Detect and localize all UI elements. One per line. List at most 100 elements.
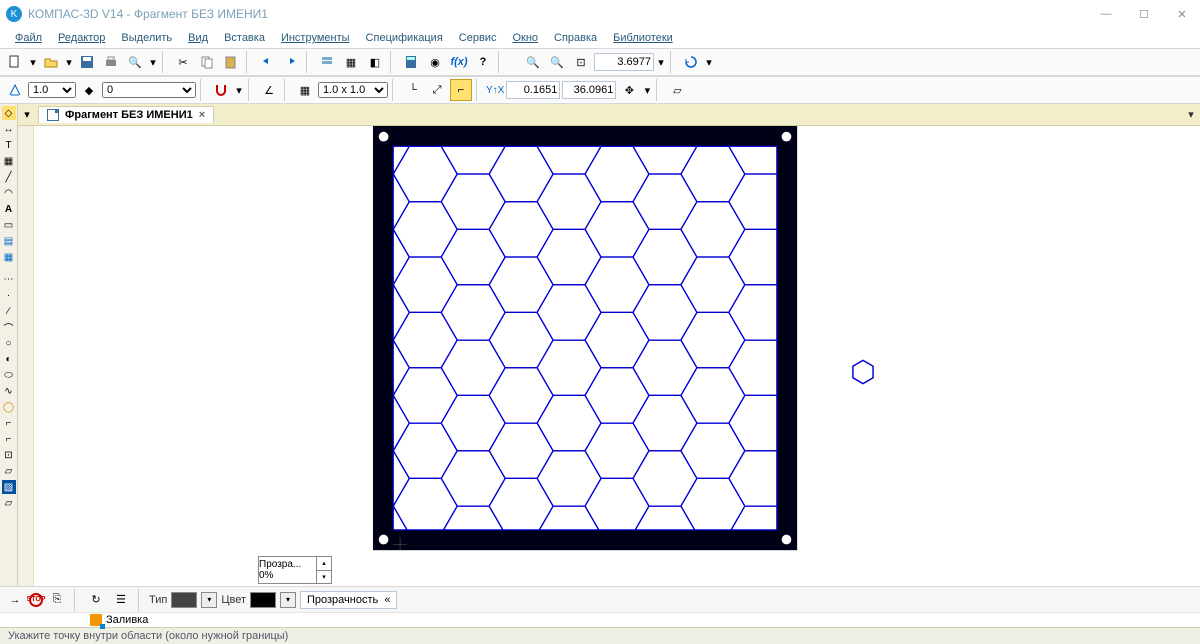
snap-a-button[interactable]: ⤢ [426, 79, 448, 101]
lt-table[interactable]: ▤ [2, 234, 16, 248]
refresh-button[interactable] [680, 51, 702, 73]
misc-button[interactable]: ▱ [666, 79, 688, 101]
undo-button[interactable] [256, 51, 278, 73]
transparency-down[interactable]: ▾ [317, 571, 331, 584]
tab-overflow[interactable]: ▾ [1184, 108, 1198, 121]
lt-pt1[interactable]: · [2, 288, 16, 302]
lt-pt9[interactable]: ⌐ [2, 416, 16, 430]
open-dropdown[interactable]: ▾ [64, 51, 74, 73]
prop-ok-button[interactable]: → [4, 589, 26, 611]
zoom-value-input[interactable] [594, 53, 654, 71]
angle-button[interactable]: ∠ [258, 79, 280, 101]
color-dropdown[interactable]: ▾ [280, 592, 296, 608]
paste-button[interactable] [220, 51, 242, 73]
prop-opt-button[interactable]: ☰ [110, 589, 132, 611]
menu-window[interactable]: Окно [505, 30, 545, 46]
coord-x-input[interactable] [506, 81, 560, 99]
lt-pt4[interactable]: ○ [2, 336, 16, 350]
lt-pt11[interactable]: ⊡ [2, 448, 16, 462]
minimize-button[interactable]: — [1094, 8, 1118, 21]
calc-button[interactable] [400, 51, 422, 73]
zoom-out-button[interactable]: 🔍 [546, 51, 568, 73]
lt-text2[interactable]: A [2, 202, 16, 216]
move-button[interactable]: ✥ [618, 79, 640, 101]
toolbar-btn-a[interactable]: ▦ [340, 51, 362, 73]
menu-libs[interactable]: Библиотеки [606, 30, 680, 46]
color-swatch[interactable] [250, 592, 276, 608]
fill-tab-label[interactable]: Заливка [106, 614, 148, 626]
coord-y-input[interactable] [562, 81, 616, 99]
magnet-dropdown[interactable]: ▾ [234, 79, 244, 101]
lt-pt10[interactable]: ⌐ [2, 432, 16, 446]
lt-pt2[interactable]: ∕ [2, 304, 16, 318]
lt-pt14[interactable]: ▱ [2, 496, 16, 510]
print-button[interactable] [100, 51, 122, 73]
magnet-button[interactable] [210, 79, 232, 101]
menu-view[interactable]: Вид [181, 30, 215, 46]
redo-button[interactable] [280, 51, 302, 73]
canvas[interactable]: Прозра... 0% ▴ ▾ [34, 126, 1200, 586]
step-select[interactable]: 1.0 [28, 82, 76, 98]
save-button[interactable] [76, 51, 98, 73]
lt-arc[interactable]: ◠ [2, 186, 16, 200]
move-dropdown[interactable]: ▾ [642, 79, 652, 101]
menu-edit[interactable]: Редактор [51, 30, 112, 46]
lt-pt6[interactable]: ⬭ [2, 368, 16, 382]
lt-pt13[interactable]: ▨ [2, 480, 16, 494]
lt-pt12[interactable]: ▱ [2, 464, 16, 478]
grid-button[interactable]: ▦ [294, 79, 316, 101]
menu-service[interactable]: Сервис [452, 30, 504, 46]
maximize-button[interactable]: ☐ [1132, 8, 1156, 21]
zoom-win-button[interactable]: ⊡ [570, 51, 592, 73]
prop-stop-button[interactable]: STOP [29, 593, 43, 607]
fx-button[interactable]: f(x) [448, 51, 470, 73]
menu-select[interactable]: Выделить [114, 30, 179, 46]
preview-button[interactable]: 🔍 [124, 51, 146, 73]
refresh-dropdown[interactable]: ▾ [704, 51, 714, 73]
step-icon[interactable] [4, 79, 26, 101]
help-button[interactable]: ? [472, 51, 494, 73]
preview-dropdown[interactable]: ▾ [148, 51, 158, 73]
copy-button[interactable] [196, 51, 218, 73]
snap-active-button[interactable]: ⌐ [450, 79, 472, 101]
lt-frame[interactable]: ▭ [2, 218, 16, 232]
type-swatch[interactable] [171, 592, 197, 608]
layer-icon[interactable]: ◆ [78, 79, 100, 101]
lt-hatch[interactable]: ▦ [2, 154, 16, 168]
transparency-up[interactable]: ▴ [317, 557, 331, 571]
lt-text[interactable]: T [2, 138, 16, 152]
lt-pt3[interactable]: ⌒ [2, 320, 16, 334]
menu-tools[interactable]: Инструменты [274, 30, 357, 46]
cut-button[interactable]: ✂ [172, 51, 194, 73]
prop-copy-button[interactable]: ⎘ [46, 589, 68, 611]
ortho-button[interactable]: └ [402, 79, 424, 101]
grid-select[interactable]: 1.0 x 1.0 [318, 82, 388, 98]
lt-pt8[interactable]: ◯ [2, 400, 16, 414]
new-dropdown[interactable]: ▾ [28, 51, 38, 73]
lt-pt5[interactable]: ◐ [2, 352, 16, 366]
zoom-dropdown[interactable]: ▾ [656, 51, 666, 73]
menu-insert[interactable]: Вставка [217, 30, 272, 46]
transparency-popup[interactable]: Прозра... 0% ▴ ▾ [258, 556, 332, 584]
tab-list-icon[interactable]: ▾ [20, 108, 34, 122]
close-button[interactable]: ✕ [1170, 8, 1194, 21]
type-dropdown[interactable]: ▾ [201, 592, 217, 608]
transparency-button[interactable]: Прозрачность « [300, 591, 397, 609]
menu-file[interactable]: Файл [8, 30, 49, 46]
document-tab[interactable]: Фрагмент БЕЗ ИМЕНИ1 × [38, 106, 214, 123]
props-button[interactable] [316, 51, 338, 73]
menu-spec[interactable]: Спецификация [359, 30, 450, 46]
lt-table2[interactable]: ▦ [2, 250, 16, 264]
lt-pt7[interactable]: ∿ [2, 384, 16, 398]
layer-select[interactable]: 0 [102, 82, 196, 98]
toolbar-btn-b[interactable]: ◧ [364, 51, 386, 73]
lt-line[interactable]: ╱ [2, 170, 16, 184]
object-button[interactable]: ◉ [424, 51, 446, 73]
tab-close[interactable]: × [199, 109, 205, 121]
prop-auto-button[interactable]: ↻ [85, 589, 107, 611]
lt-dim[interactable]: ↔ [2, 122, 16, 136]
new-button[interactable] [4, 51, 26, 73]
menu-help[interactable]: Справка [547, 30, 604, 46]
zoom-in-button[interactable]: 🔍 [522, 51, 544, 73]
open-button[interactable] [40, 51, 62, 73]
